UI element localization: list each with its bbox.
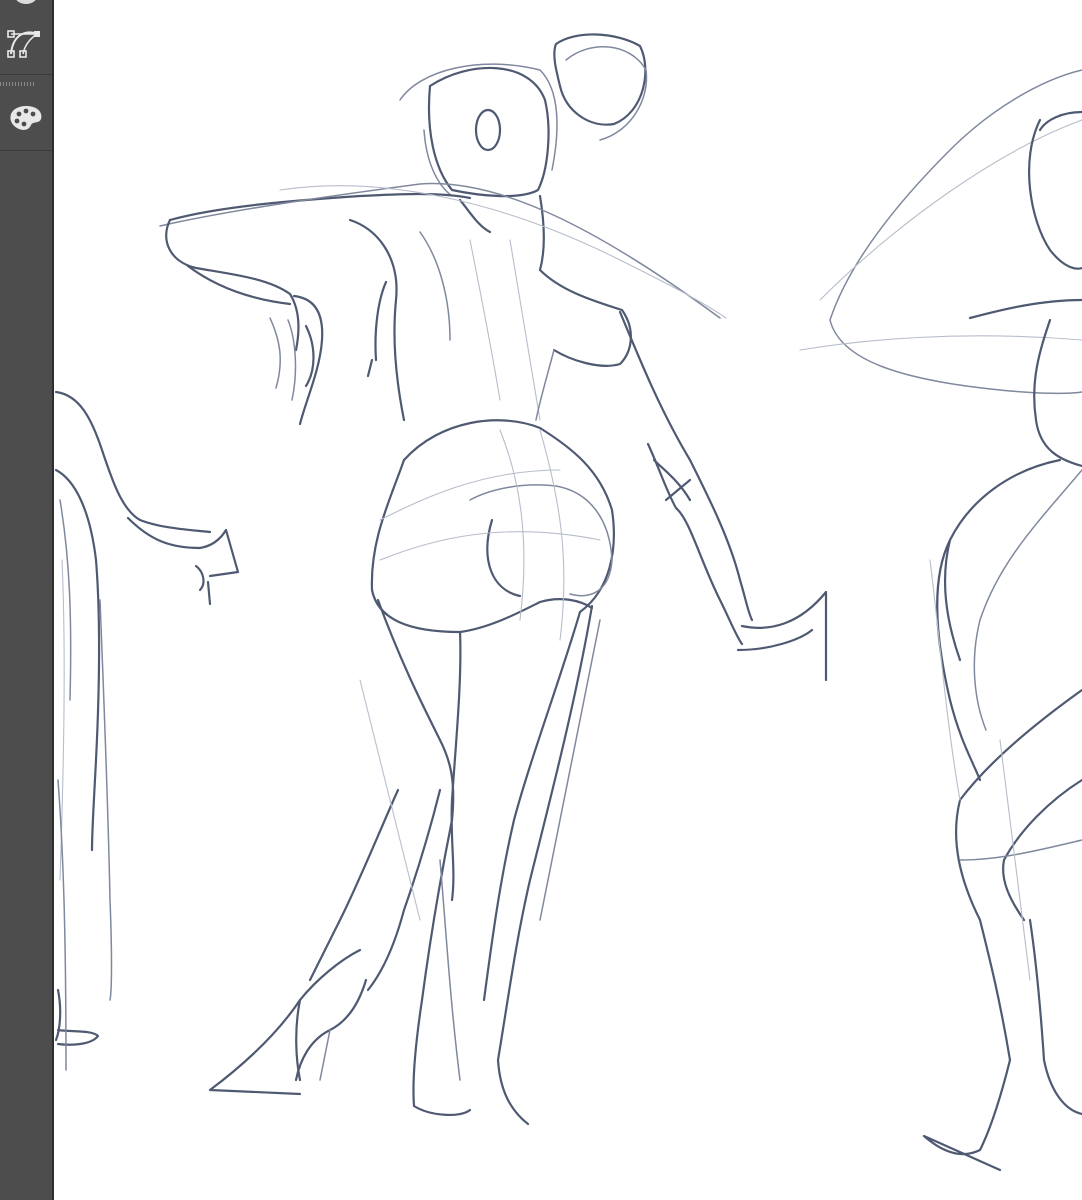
right-figure-sketch <box>799 69 1082 1172</box>
color-palette-tool-button[interactable] <box>0 98 52 138</box>
bezier-path-icon <box>7 26 45 60</box>
toolbar-grip-handle[interactable] <box>0 82 36 86</box>
center-figure-sketch <box>159 33 828 1126</box>
vector-path-tool-button[interactable] <box>0 22 52 64</box>
drawing-canvas[interactable] <box>54 0 1082 1200</box>
toolbar-divider <box>0 150 52 151</box>
sketch-artwork <box>54 33 1082 1172</box>
drawing-app <box>0 0 1082 1200</box>
toolbar-divider <box>0 74 52 75</box>
pen-tool-partial-icon <box>10 0 42 8</box>
tool-sidebar <box>0 0 54 1200</box>
palette-icon <box>8 104 44 132</box>
left-figure-sketch <box>54 390 240 1071</box>
partial-tool-button[interactable] <box>0 0 52 8</box>
